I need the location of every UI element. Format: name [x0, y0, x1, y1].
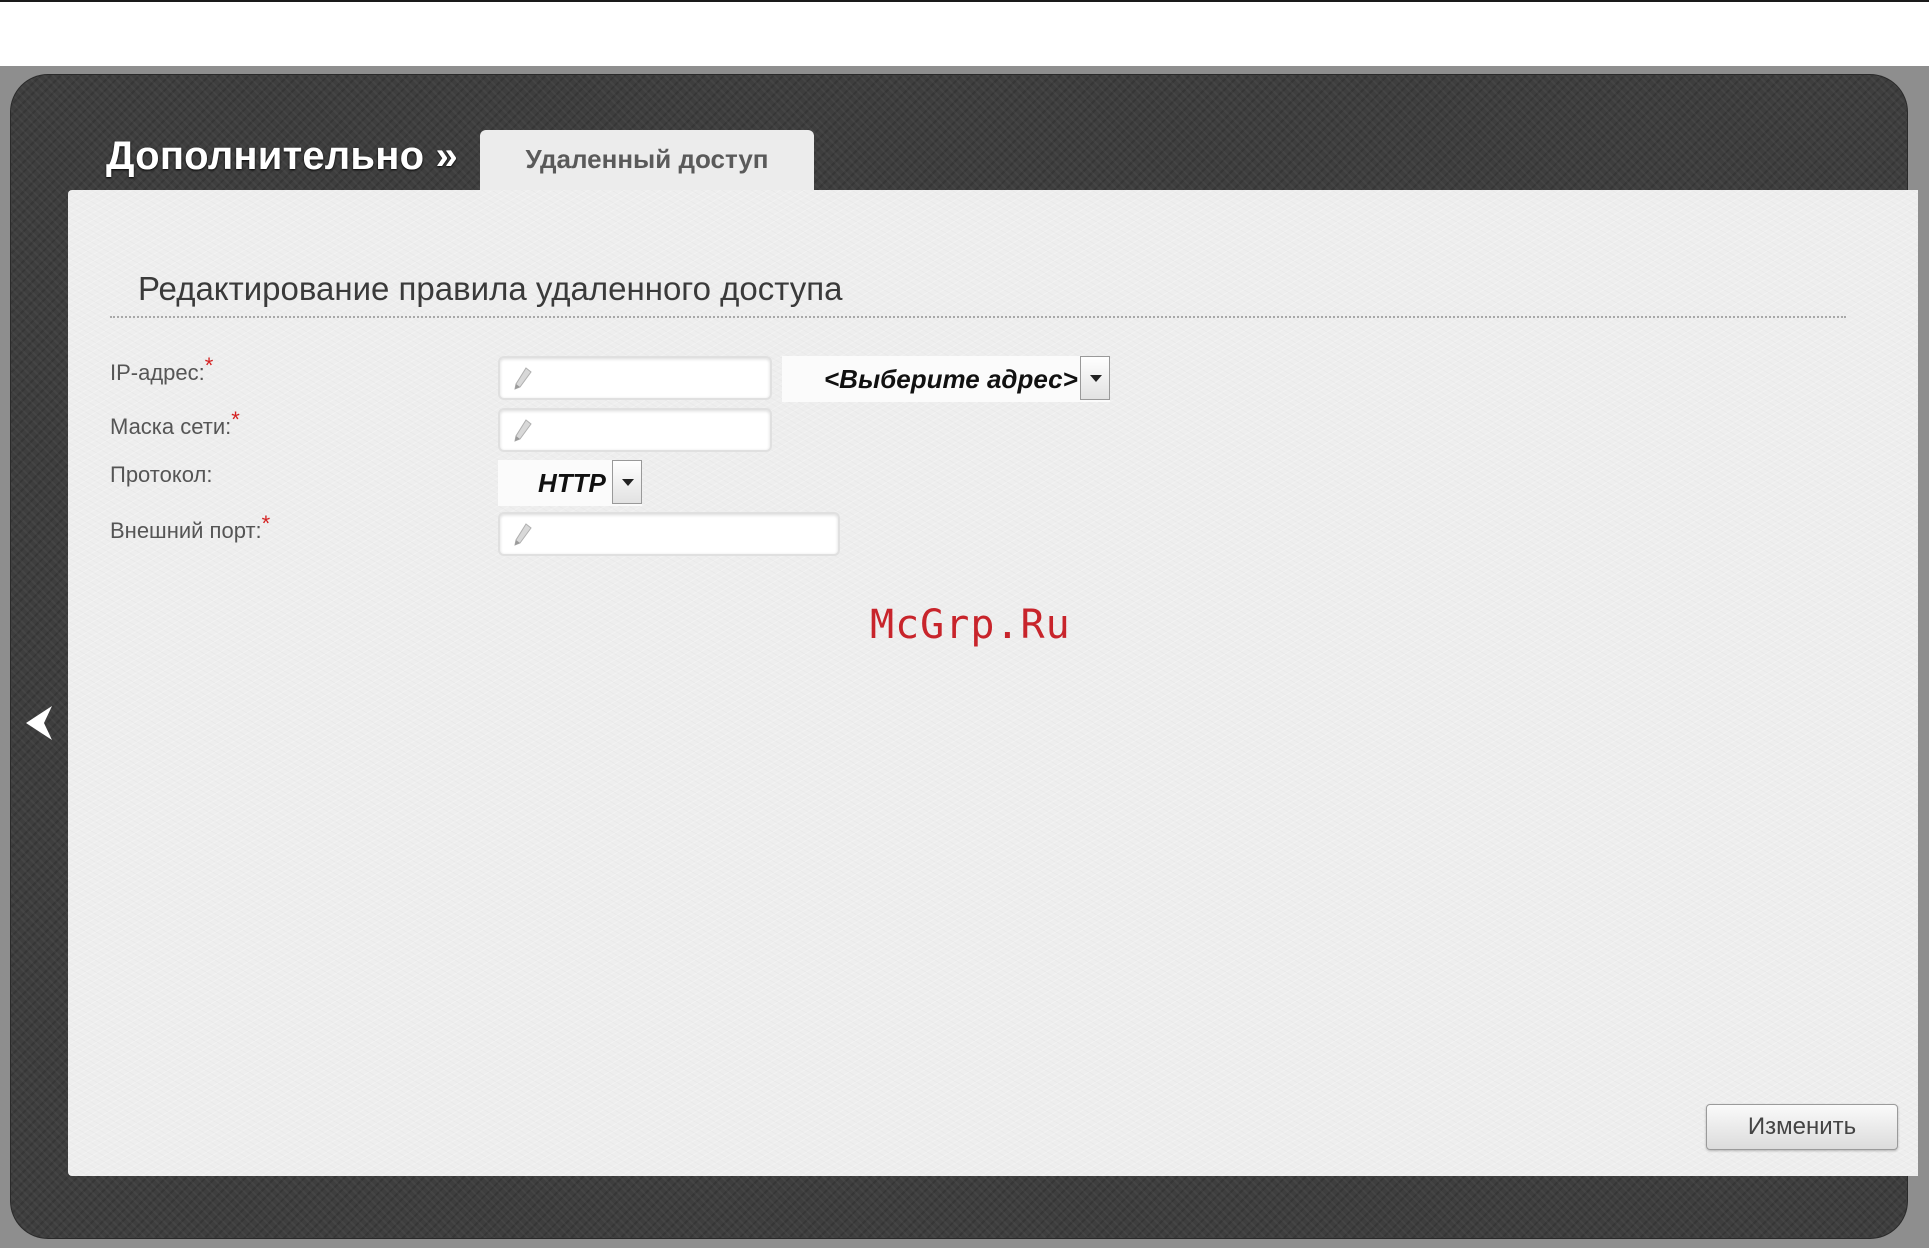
required-mark: * [204, 353, 214, 378]
tab-remote-access[interactable]: Удаленный доступ [480, 130, 814, 192]
heading-divider [110, 316, 1846, 318]
required-mark: * [261, 511, 271, 536]
required-mark: * [231, 407, 240, 432]
external-port-label: Внешний порт:* [110, 511, 270, 544]
change-button[interactable]: Изменить [1706, 1104, 1898, 1150]
chevron-down-icon[interactable] [1080, 356, 1110, 400]
protocol-select-value: HTTP [538, 468, 606, 498]
external-port-input[interactable] [498, 512, 840, 556]
section-title[interactable]: Дополнительно » [106, 134, 458, 179]
ip-address-label: IP-адрес:* [110, 353, 213, 386]
content-area [68, 190, 1918, 1176]
pencil-icon [514, 367, 532, 390]
watermark-text: McGrp.Ru [870, 602, 1071, 648]
chevron-down-icon[interactable] [612, 460, 642, 504]
address-select[interactable]: <Выберите адрес> [782, 356, 1110, 402]
ip-address-input[interactable] [498, 356, 772, 400]
address-select-value: <Выберите адрес> [824, 364, 1078, 394]
netmask-label-text: Маска сети: [110, 414, 232, 439]
pencil-icon [514, 523, 532, 546]
protocol-select[interactable]: HTTP [498, 460, 642, 506]
protocol-label-text: Протокол: [110, 462, 213, 487]
netmask-input[interactable] [498, 408, 772, 452]
ip-address-label-text: IP-адрес: [110, 360, 205, 385]
netmask-label: Маска сети:* [110, 407, 240, 440]
chevron-left-icon[interactable] [22, 704, 56, 742]
external-port-label-text: Внешний порт: [110, 518, 262, 543]
pencil-icon [514, 419, 532, 442]
form-heading: Редактирование правила удаленного доступ… [138, 270, 843, 307]
protocol-label: Протокол: [110, 462, 212, 488]
top-rule [0, 0, 1929, 2]
